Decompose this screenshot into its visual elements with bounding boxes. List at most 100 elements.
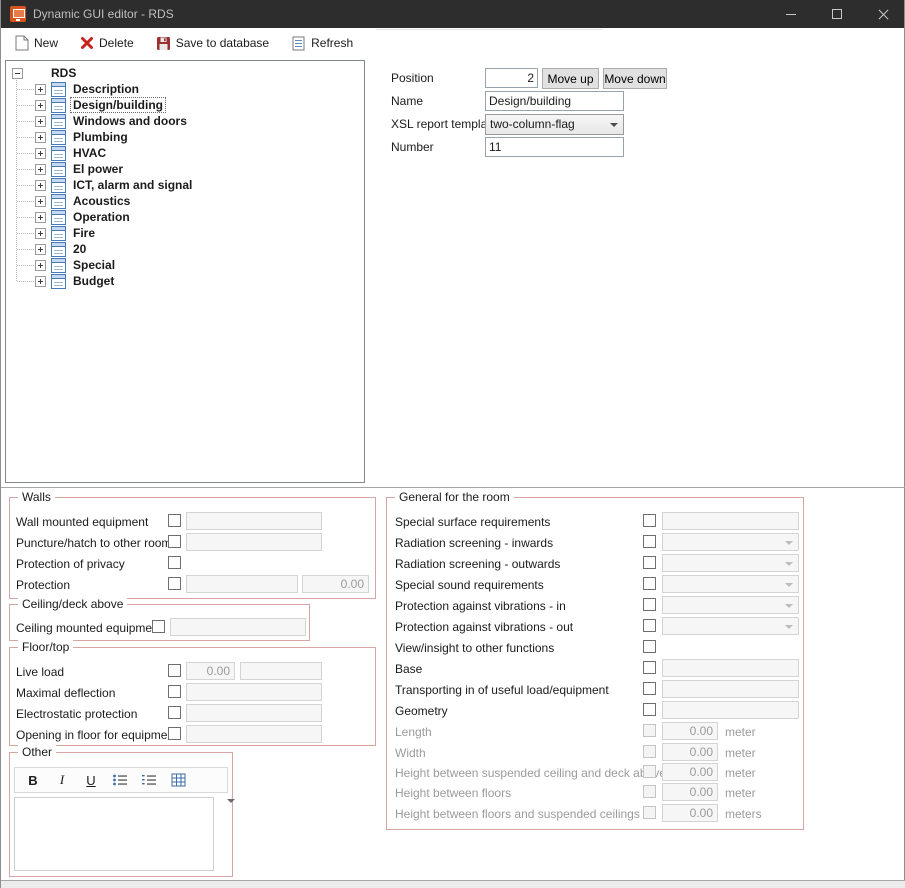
radiation-outwards-select bbox=[662, 554, 799, 572]
xsl-template-select[interactable]: two-column-flag bbox=[485, 114, 624, 135]
tree-item-label-selected[interactable]: Design/building bbox=[71, 98, 165, 112]
tree-item-budget[interactable]: Budget bbox=[6, 273, 364, 289]
form-node-icon bbox=[51, 258, 66, 273]
minimize-button[interactable] bbox=[768, 0, 814, 28]
vibrations-out-checkbox[interactable] bbox=[643, 619, 656, 632]
view-insight-checkbox[interactable] bbox=[643, 640, 656, 653]
close-button[interactable] bbox=[860, 0, 905, 28]
form-node-icon bbox=[51, 162, 66, 177]
expand-icon[interactable] bbox=[35, 276, 46, 287]
tree-item-hvac[interactable]: HVAC bbox=[6, 145, 364, 161]
wall-mounted-equipment-checkbox[interactable] bbox=[168, 514, 181, 527]
protection-of-privacy-checkbox[interactable] bbox=[168, 556, 181, 569]
underline-button[interactable]: U bbox=[83, 771, 99, 789]
expand-icon[interactable] bbox=[35, 100, 46, 111]
tree-item-label[interactable]: Budget bbox=[71, 274, 116, 288]
refresh-button-label: Refresh bbox=[311, 36, 353, 50]
maximize-icon bbox=[832, 9, 842, 19]
puncture-hatch-checkbox[interactable] bbox=[168, 535, 181, 548]
expand-icon[interactable] bbox=[35, 116, 46, 127]
number-input[interactable] bbox=[485, 137, 624, 157]
tree-item-label[interactable]: El power bbox=[71, 162, 125, 176]
radiation-inwards-checkbox[interactable] bbox=[643, 535, 656, 548]
width-unit: meter bbox=[725, 746, 756, 760]
delete-button-label: Delete bbox=[99, 36, 134, 50]
collapse-icon[interactable] bbox=[12, 68, 23, 79]
height-between-floors-checkbox bbox=[643, 785, 656, 798]
form-node-icon bbox=[51, 130, 66, 145]
horizontal-divider bbox=[1, 487, 905, 488]
radiation-outwards-checkbox[interactable] bbox=[643, 556, 656, 569]
expand-icon[interactable] bbox=[35, 212, 46, 223]
tree-root-node[interactable]: RDS bbox=[6, 65, 364, 81]
expand-icon[interactable] bbox=[35, 228, 46, 239]
opening-in-floor-field bbox=[186, 725, 322, 743]
height-between-floors-value-field: 0.00 bbox=[662, 783, 718, 801]
save-to-database-button[interactable]: Save to database bbox=[151, 33, 274, 54]
tree-item-label[interactable]: 20 bbox=[71, 242, 88, 256]
height-suspended-ceiling-checkbox bbox=[643, 765, 656, 778]
tree-item-label[interactable]: Acoustics bbox=[71, 194, 132, 208]
tree-item-el-power[interactable]: El power bbox=[6, 161, 364, 177]
tree-item-label[interactable]: Special bbox=[71, 258, 117, 272]
expand-icon[interactable] bbox=[35, 244, 46, 255]
expand-icon[interactable] bbox=[35, 180, 46, 191]
vibrations-in-checkbox[interactable] bbox=[643, 598, 656, 611]
delete-button[interactable]: Delete bbox=[75, 33, 139, 53]
live-load-checkbox[interactable] bbox=[168, 664, 181, 677]
numbered-list-button[interactable] bbox=[141, 771, 157, 789]
tree-item-label[interactable]: Windows and doors bbox=[71, 114, 189, 128]
move-up-button[interactable]: Move up bbox=[542, 68, 599, 89]
tree-item-design-building[interactable]: Design/building bbox=[6, 97, 364, 113]
expand-icon[interactable] bbox=[35, 132, 46, 143]
bullet-list-button[interactable] bbox=[112, 771, 128, 789]
transporting-checkbox[interactable] bbox=[643, 682, 656, 695]
special-sound-checkbox[interactable] bbox=[643, 577, 656, 590]
tree-item-acoustics[interactable]: Acoustics bbox=[6, 193, 364, 209]
tree-item-label[interactable]: Plumbing bbox=[71, 130, 130, 144]
length-unit: meter bbox=[725, 725, 756, 739]
expand-icon[interactable] bbox=[35, 196, 46, 207]
toolbar-overflow-icon[interactable] bbox=[227, 799, 235, 803]
expand-icon[interactable] bbox=[35, 84, 46, 95]
general-room-group: General for the room Special surface req… bbox=[386, 497, 804, 830]
tree-item-20[interactable]: 20 bbox=[6, 241, 364, 257]
tree-item-label[interactable]: HVAC bbox=[71, 146, 108, 160]
new-button[interactable]: New bbox=[9, 32, 63, 54]
expand-icon[interactable] bbox=[35, 148, 46, 159]
ceiling-mounted-equipment-checkbox[interactable] bbox=[152, 620, 165, 633]
insert-table-button[interactable] bbox=[170, 771, 186, 789]
geometry-checkbox[interactable] bbox=[643, 703, 656, 716]
tree-item-fire[interactable]: Fire bbox=[6, 225, 364, 241]
italic-button[interactable]: I bbox=[54, 771, 70, 789]
other-group-title: Other bbox=[18, 745, 56, 759]
electrostatic-protection-checkbox[interactable] bbox=[168, 706, 181, 719]
ceiling-mounted-equipment-label: Ceiling mounted equipment bbox=[16, 621, 162, 635]
protection-checkbox[interactable] bbox=[168, 577, 181, 590]
tree-item-ict-alarm-signal[interactable]: ICT, alarm and signal bbox=[6, 177, 364, 193]
tree-item-description[interactable]: Description bbox=[6, 81, 364, 97]
special-surface-checkbox[interactable] bbox=[643, 514, 656, 527]
tree-root-label[interactable]: RDS bbox=[49, 66, 78, 80]
electrostatic-protection-field bbox=[186, 704, 322, 722]
opening-in-floor-checkbox[interactable] bbox=[168, 727, 181, 740]
maximal-deflection-checkbox[interactable] bbox=[168, 685, 181, 698]
maximize-button[interactable] bbox=[814, 0, 860, 28]
position-input[interactable] bbox=[485, 68, 538, 88]
tree-item-label[interactable]: Fire bbox=[71, 226, 97, 240]
base-checkbox[interactable] bbox=[643, 661, 656, 674]
name-input[interactable] bbox=[485, 91, 624, 111]
refresh-button[interactable]: Refresh bbox=[286, 33, 358, 54]
move-down-button[interactable]: Move down bbox=[603, 68, 667, 89]
tree-item-plumbing[interactable]: Plumbing bbox=[6, 129, 364, 145]
tree-item-label[interactable]: Description bbox=[71, 82, 141, 96]
other-richtext-area[interactable] bbox=[14, 797, 214, 871]
expand-icon[interactable] bbox=[35, 164, 46, 175]
tree-item-label[interactable]: Operation bbox=[71, 210, 132, 224]
tree-item-special[interactable]: Special bbox=[6, 257, 364, 273]
tree-item-windows-and-doors[interactable]: Windows and doors bbox=[6, 113, 364, 129]
tree-item-operation[interactable]: Operation bbox=[6, 209, 364, 225]
tree-item-label[interactable]: ICT, alarm and signal bbox=[71, 178, 194, 192]
expand-icon[interactable] bbox=[35, 260, 46, 271]
bold-button[interactable]: B bbox=[25, 771, 41, 789]
